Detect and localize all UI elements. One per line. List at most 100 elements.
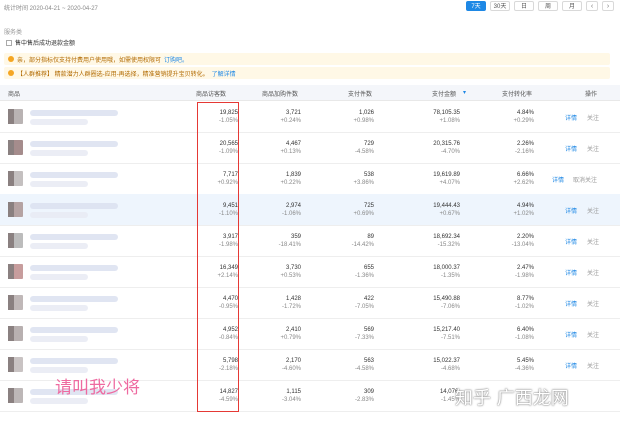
follow-button[interactable]: 关注: [587, 299, 599, 308]
sort-down-icon[interactable]: ▾: [463, 89, 466, 96]
cell-pay-amt: 20,315.76 -4.70%: [433, 141, 460, 155]
product-subtitle-blurred: [30, 398, 88, 404]
unfollow-button[interactable]: 取消关注: [573, 175, 597, 184]
product-thumbnail[interactable]: [8, 388, 23, 403]
table-row: 20,565 -1.09% 4,467 +0.13% 729 -4.58% 20,315.7…: [0, 132, 620, 164]
cell-pay-amt: 15,217.40 -7.51%: [433, 327, 460, 341]
detail-link[interactable]: 详情: [565, 144, 577, 153]
cell-pay-qty: 309 -2.83%: [354, 389, 374, 403]
follow-button[interactable]: 关注: [587, 330, 599, 339]
detail-link[interactable]: 详情: [565, 268, 577, 277]
product-subtitle-blurred: [30, 243, 88, 249]
service-section-label: 服务类: [4, 30, 23, 36]
product-thumbnail[interactable]: [8, 109, 23, 124]
cell-cart: 4,467 +0.13%: [280, 141, 301, 155]
product-title-blurred[interactable]: [30, 172, 118, 178]
prev-period-button[interactable]: ‹: [586, 1, 598, 11]
product-title-blurred[interactable]: [30, 358, 118, 364]
product-title-blurred[interactable]: [30, 203, 118, 209]
date-range-label: 统计时间 2020-04-21 ~ 2020-04-27: [4, 6, 98, 12]
range-week-button[interactable]: 周: [538, 1, 558, 11]
product-thumbnail[interactable]: [8, 326, 23, 341]
cell-pay-amt: 19,619.89 +4.07%: [433, 172, 460, 186]
crowd-notice: 【人群推荐】 精款潜力人群圈选-应用-再选择，精准营销提升宝贝转化。 了解详情: [4, 67, 610, 79]
range-month-button[interactable]: 月: [562, 1, 582, 11]
cell-pay-qty: 1,026 +0.98%: [353, 110, 374, 124]
detail-link[interactable]: 详情: [565, 237, 577, 246]
follow-button[interactable]: 关注: [587, 113, 599, 122]
product-subtitle-blurred: [30, 305, 88, 311]
product-title-blurred[interactable]: [30, 141, 118, 147]
cell-pay-amt: 15,490.88 -7.06%: [433, 296, 460, 310]
cell-conv: 5.45% -4.36%: [514, 358, 534, 372]
cell-cart: 1,115 -3.04%: [281, 389, 301, 403]
follow-button[interactable]: 关注: [587, 144, 599, 153]
table-header: 商品 商品访客数 商品加购件数 支付件数 支付金额 ▾ 支付转化率 操作: [0, 85, 620, 101]
cell-conv: 2.47% -1.98%: [514, 265, 534, 279]
watermark-text: 知乎 广西龙网: [455, 388, 569, 409]
cell-conv: 2.20% -13.04%: [511, 234, 534, 248]
refund-checkbox-label: 售中售后成功退款金额: [15, 41, 76, 47]
table-row: 4,470 -0.95% 1,428 -1.72% 422 -7.05% 15,490.88…: [0, 287, 620, 319]
detail-link[interactable]: 详情: [552, 175, 564, 184]
product-title-blurred[interactable]: [30, 234, 118, 240]
subscribe-link[interactable]: 订购吧。: [164, 55, 188, 64]
cell-pay-qty: 569 -7.33%: [354, 327, 374, 341]
product-subtitle-blurred: [30, 119, 88, 125]
follow-button[interactable]: 关注: [587, 361, 599, 370]
cell-conv: 2.26% -2.16%: [514, 141, 534, 155]
detail-link[interactable]: 详情: [565, 361, 577, 370]
cell-pay-amt: 78,105.35 +1.08%: [433, 110, 460, 124]
table-row: 19,825 -1.05% 3,721 +0.24% 1,026 +0.98% 78,105…: [0, 101, 620, 133]
date-range-selector: 7天 30天 日 周 月 ‹ ›: [466, 1, 614, 11]
product-title-blurred[interactable]: [30, 110, 118, 116]
follow-button[interactable]: 关注: [587, 206, 599, 215]
product-title-blurred[interactable]: [30, 296, 118, 302]
product-title-blurred[interactable]: [30, 265, 118, 271]
refund-checkbox[interactable]: [6, 39, 12, 46]
detail-link[interactable]: 详情: [565, 113, 577, 122]
permission-notice: 亲，部分指标仅支持付费用户使用哦，如需使用权限可 订购吧。: [4, 53, 610, 65]
learn-more-link[interactable]: 了解详情: [212, 69, 236, 78]
product-thumbnail[interactable]: [8, 171, 23, 186]
range-7d-button[interactable]: 7天: [466, 1, 486, 11]
range-day-button[interactable]: 日: [514, 1, 534, 11]
product-thumbnail[interactable]: [8, 357, 23, 372]
cell-conv: 8.77% -1.02%: [514, 296, 534, 310]
product-thumbnail[interactable]: [8, 295, 23, 310]
col-visitors[interactable]: 商品访客数: [196, 89, 226, 98]
table-row: 7,717 +0.92% 1,839 +0.22% 538 +3.86% 19,619.89…: [0, 163, 620, 195]
follow-button[interactable]: 关注: [587, 237, 599, 246]
cell-cart: 1,428 -1.72%: [281, 296, 301, 310]
product-thumbnail[interactable]: [8, 140, 23, 155]
cell-cart: 2,974 -1.06%: [281, 203, 301, 217]
cell-conv: 6.66% +2.62%: [513, 172, 534, 186]
cell-pay-amt: 19,444.43 +0.67%: [433, 203, 460, 217]
cell-pay-qty: 725 +0.69%: [353, 203, 374, 217]
col-pay-amount[interactable]: 支付金额: [432, 89, 456, 98]
cell-cart: 2,170 -4.60%: [281, 358, 301, 372]
cell-conv: 4.84% +0.29%: [513, 110, 534, 124]
col-pay-qty[interactable]: 支付件数: [348, 89, 372, 98]
product-thumbnail[interactable]: [8, 233, 23, 248]
next-period-button[interactable]: ›: [602, 1, 614, 11]
refund-filter[interactable]: 售中售后成功退款金额: [6, 38, 75, 47]
product-subtitle-blurred: [30, 212, 88, 218]
cell-pay-qty: 538 +3.86%: [353, 172, 374, 186]
detail-link[interactable]: 详情: [565, 330, 577, 339]
detail-link[interactable]: 详情: [565, 206, 577, 215]
col-conversion[interactable]: 支付转化率: [502, 89, 532, 98]
follow-button[interactable]: 关注: [587, 268, 599, 277]
detail-link[interactable]: 详情: [565, 299, 577, 308]
range-30d-button[interactable]: 30天: [490, 1, 510, 11]
product-thumbnail[interactable]: [8, 202, 23, 217]
product-thumbnail[interactable]: [8, 264, 23, 279]
product-subtitle-blurred: [30, 181, 88, 187]
product-title-blurred[interactable]: [30, 327, 118, 333]
info-icon: [8, 56, 14, 62]
cell-pay-amt: 18,692.34 -15.32%: [433, 234, 460, 248]
crowd-notice-text: 【人群推荐】 精款潜力人群圈选-应用-再选择，精准营销提升宝贝转化。: [17, 71, 209, 78]
cell-pay-qty: 729 -4.58%: [354, 141, 374, 155]
cell-cart: 1,839 +0.22%: [280, 172, 301, 186]
col-cart[interactable]: 商品加购件数: [262, 89, 298, 98]
